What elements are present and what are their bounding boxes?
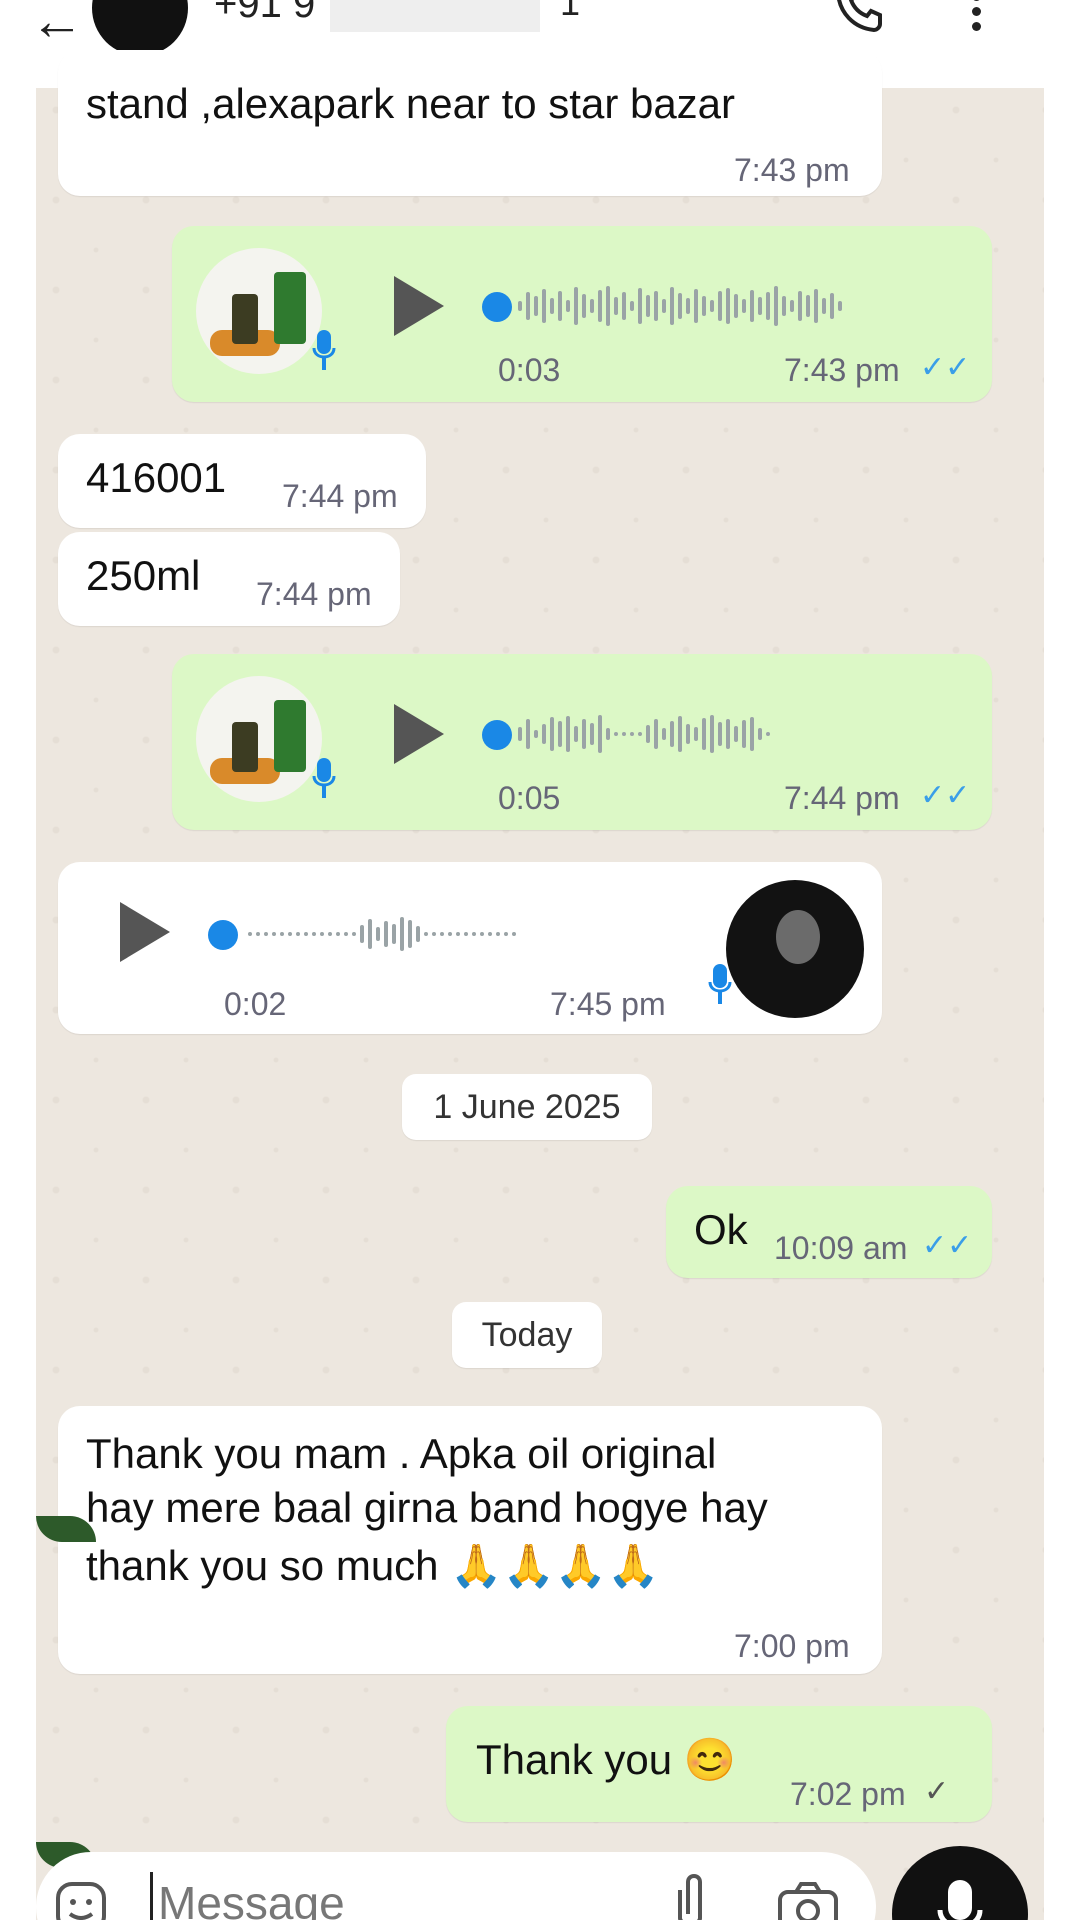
play-icon[interactable] [120,902,170,962]
message-text: Ok [694,1206,748,1253]
message-time: 7:44 pm [784,780,900,816]
attach-icon[interactable] [670,1870,710,1920]
play-icon[interactable] [394,276,444,336]
playback-scrubber[interactable] [482,292,512,322]
date-separator: 1 June 2025 [402,1074,652,1140]
message-bubble-incoming[interactable]: 416001 7:44 pm [58,434,426,528]
mic-icon [312,758,336,798]
emoji-icon[interactable] [54,1880,108,1920]
message-time: 7:02 pm [790,1776,906,1812]
message-time: 7:43 pm [784,352,900,388]
mic-icon [937,1880,983,1920]
message-bubble-outgoing[interactable]: Thank you 😊 7:02 pm ✓ [446,1706,992,1822]
message-input[interactable]: Message [158,1876,345,1920]
message-bubble-outgoing[interactable]: Ok 10:09 am ✓✓ [666,1186,992,1278]
message-text: Thank you 😊 [476,1736,737,1783]
sent-tick-icon: ✓ [924,1775,950,1808]
playback-scrubber[interactable] [208,920,238,950]
redacted-number [330,0,540,32]
voice-waveform[interactable] [518,284,1080,328]
left-margin [0,0,36,1920]
message-bubble-incoming[interactable]: Thank you mam . Apka oil original hay me… [58,1406,882,1674]
playback-scrubber[interactable] [482,720,512,750]
voice-duration: 0:05 [498,780,561,816]
read-receipt-icon: ✓✓ [922,1229,973,1262]
read-receipt-icon: ✓✓ [920,779,971,812]
mic-icon [312,330,336,370]
add-call-icon[interactable] [832,0,886,34]
camera-icon[interactable] [776,1878,840,1920]
voice-duration: 0:03 [498,352,561,388]
message-text: 250ml [86,552,201,599]
message-text: stand ,alexapark near to star bazar [86,80,736,127]
message-time: 7:44 pm [256,576,372,612]
more-options-icon[interactable] [968,0,984,40]
voice-waveform[interactable] [518,712,1080,756]
product-thumbnail [196,248,322,374]
message-time: 7:45 pm [550,986,666,1022]
message-composer[interactable]: Message [36,1852,876,1920]
message-time: 10:09 am [774,1230,908,1266]
voice-waveform[interactable] [248,912,668,956]
contact-number-prefix[interactable]: +91 9 [214,0,315,27]
read-receipt-icon: ✓✓ [920,351,971,384]
voice-message-outgoing[interactable]: 0:05 7:44 pm ✓✓ [172,654,992,830]
message-time: 7:43 pm [734,152,850,188]
text-caret [150,1872,153,1920]
message-time: 7:00 pm [734,1628,850,1664]
message-time: 7:44 pm [282,478,398,514]
screen: ← +91 9 1 stand ,alexapark near to star … [0,0,1080,1920]
contact-number-suffix[interactable]: 1 [560,0,580,24]
voice-duration: 0:02 [224,986,287,1022]
date-separator: Today [452,1302,602,1368]
message-text-line: Thank you mam . Apka oil original [86,1430,717,1477]
contact-avatar[interactable] [92,0,188,56]
message-bubble-incoming[interactable]: stand ,alexapark near to star bazar 7:43… [58,50,882,196]
message-bubble-incoming[interactable]: 250ml 7:44 pm [58,532,400,626]
message-text-line: hay mere baal girna band hogye hay [86,1484,768,1531]
message-text: 416001 [86,454,227,501]
voice-message-incoming[interactable]: 0:02 7:45 pm [58,862,882,1034]
message-text-line: thank you so much 🙏🙏🙏🙏 [86,1542,660,1589]
product-thumbnail [196,676,322,802]
play-icon[interactable] [394,704,444,764]
voice-message-outgoing[interactable]: 0:03 7:43 pm ✓✓ [172,226,992,402]
back-arrow-icon[interactable]: ← [30,0,84,52]
sender-avatar[interactable] [726,880,864,1018]
